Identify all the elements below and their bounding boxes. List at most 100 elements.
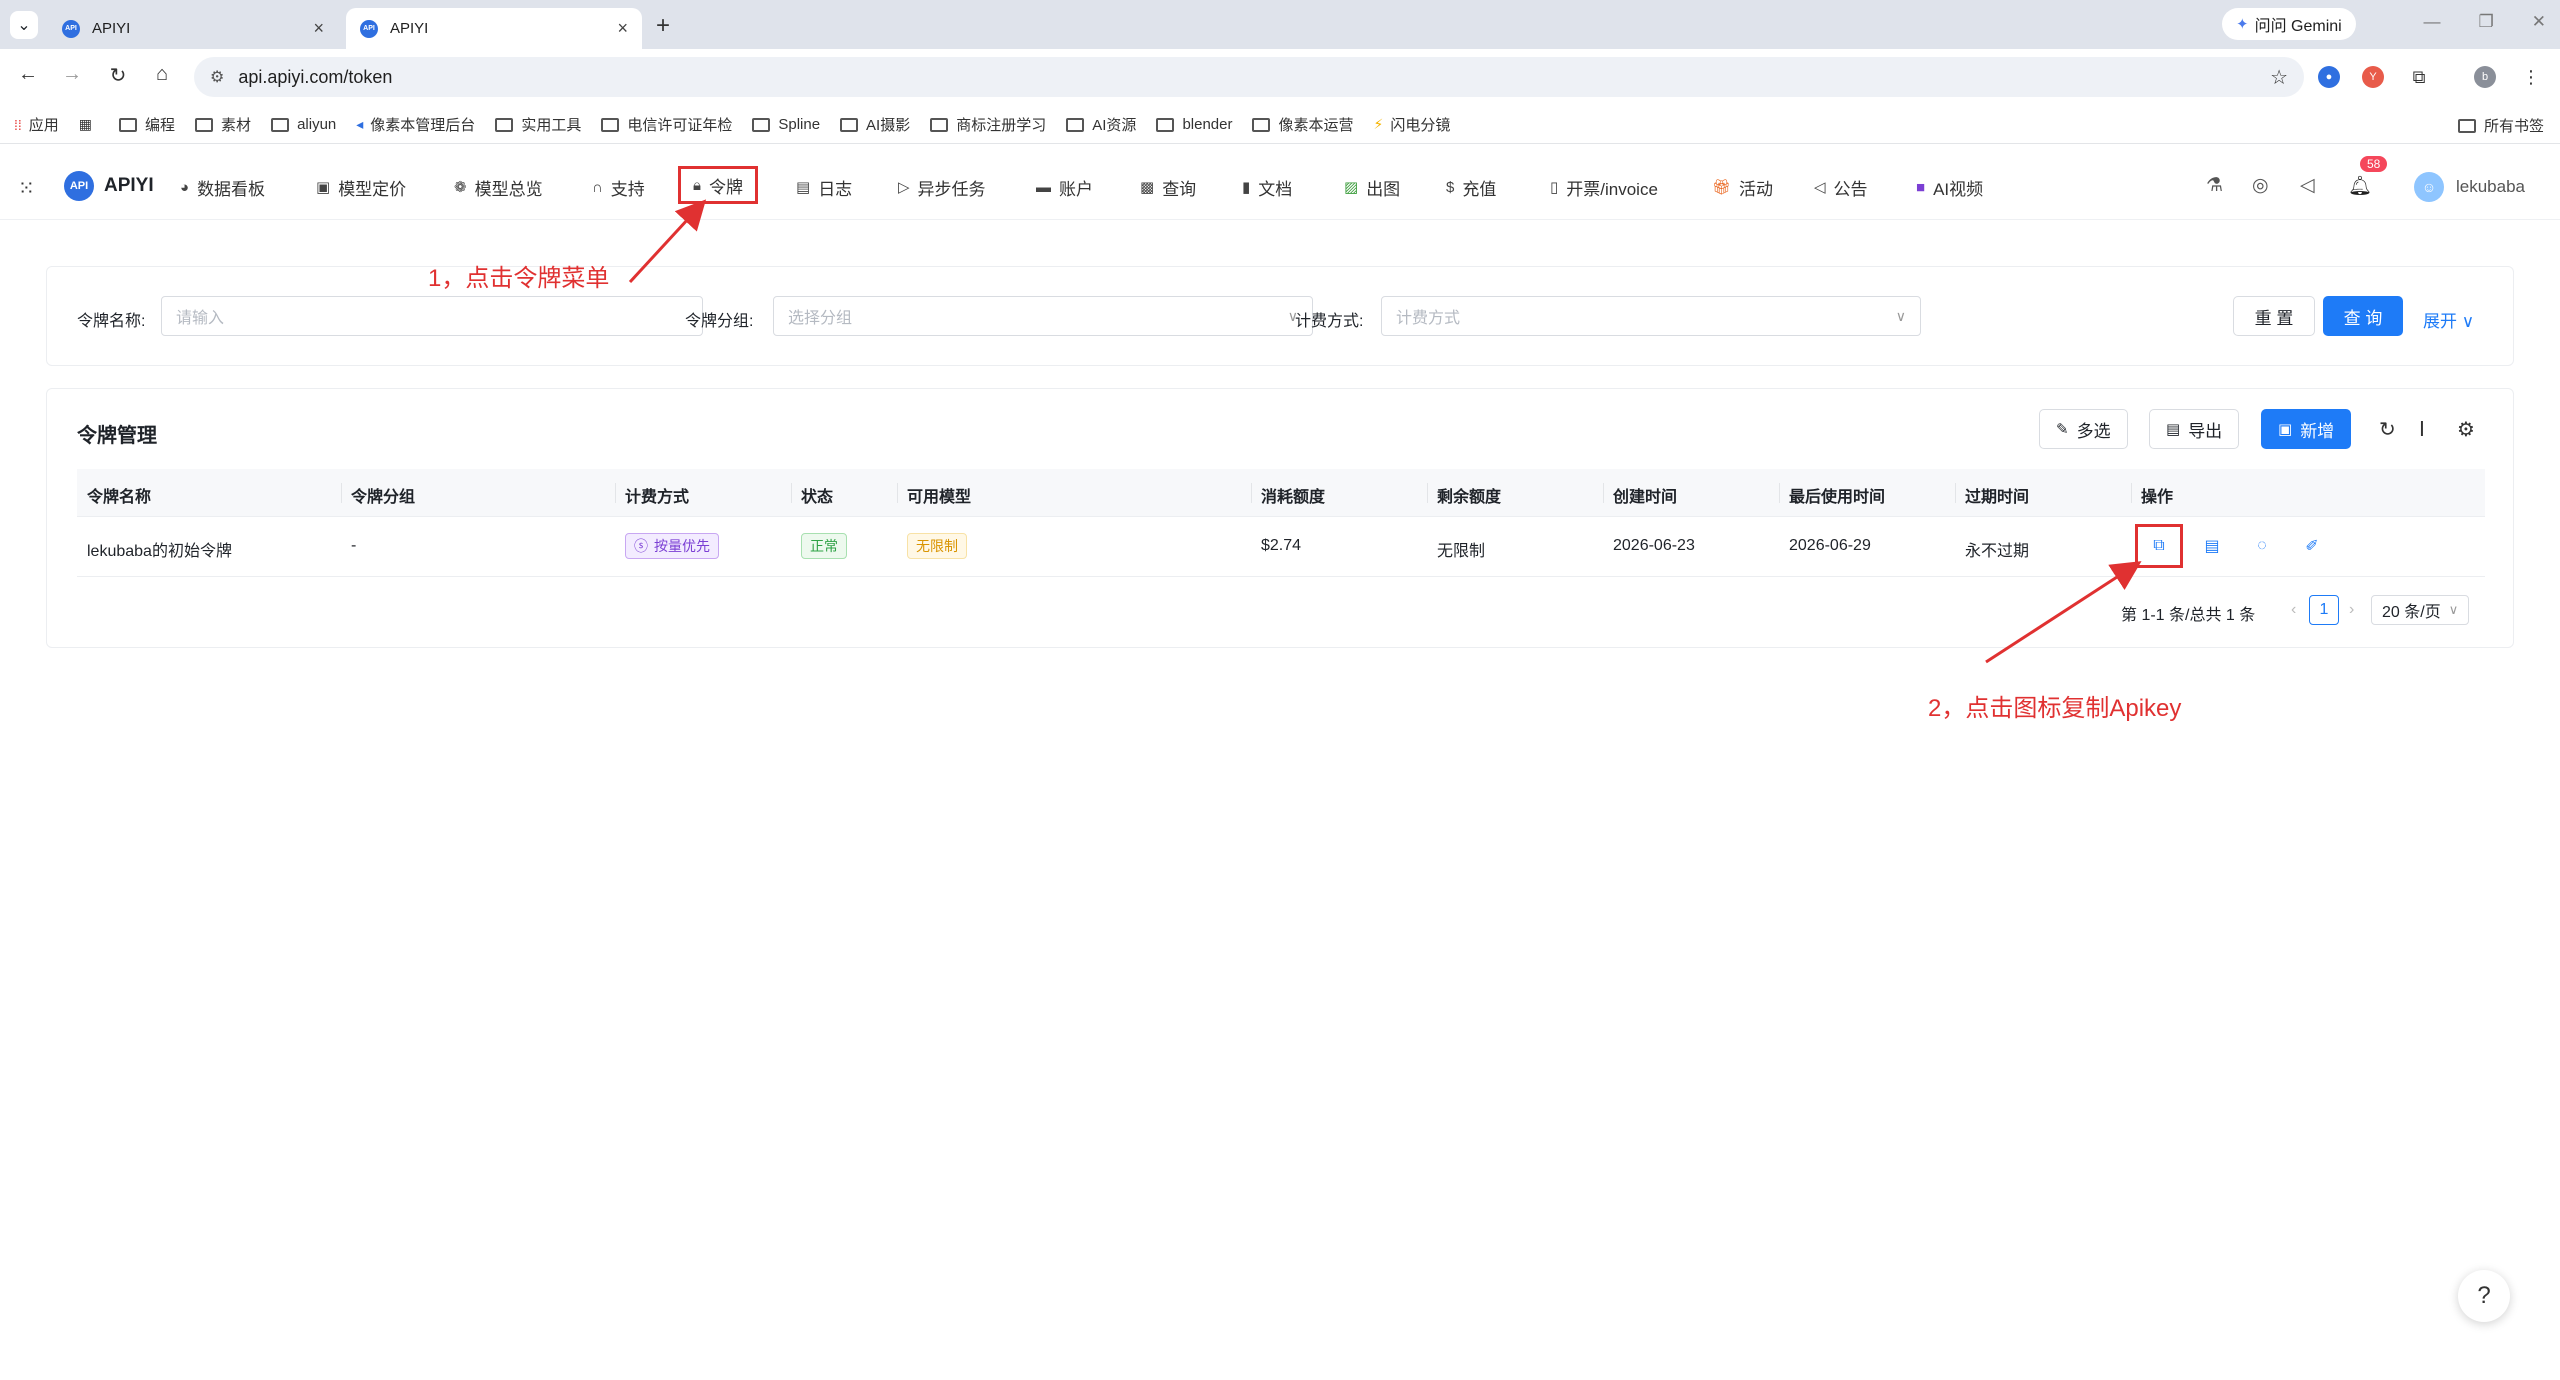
extension-translate-icon[interactable]: ● <box>2318 66 2340 88</box>
bookmark-folder[interactable]: 素材 <box>195 114 251 135</box>
multi-select-button[interactable]: ✎ 多选 <box>2039 409 2128 449</box>
token-group-label: 令牌分组: <box>685 313 754 330</box>
copy-key-icon[interactable]: ⧉ <box>2135 524 2183 568</box>
avatar: ☺ <box>2414 172 2444 202</box>
page-size-select[interactable]: 20 条/页 ∨ <box>2371 595 2470 625</box>
column-divider <box>1603 483 1604 503</box>
search-button[interactable]: 查 询 <box>2323 296 2403 336</box>
brand-logo[interactable]: API APIYI <box>64 171 154 201</box>
gemini-label: 问问 Gemini <box>2254 18 2342 35</box>
gemini-button[interactable]: ✦ 问问 Gemini <box>2222 8 2356 40</box>
nav-docs[interactable]: ▮ 文档 <box>1242 172 1292 202</box>
bookmark-folder[interactable]: aliyun <box>271 116 336 133</box>
extension-youdao-icon[interactable]: Y <box>2362 66 2384 88</box>
forward-arrow-icon[interactable]: → <box>58 63 86 86</box>
bookmark-folder[interactable]: AI摄影 <box>840 114 910 135</box>
bookmark-folder[interactable]: 电信许可证年检 <box>601 114 732 135</box>
edit-wrench-icon[interactable]: ✐ <box>2299 533 2325 559</box>
nav-models[interactable]: ❁ 模型总览 <box>454 172 543 202</box>
bookmark-folder[interactable]: 实用工具 <box>495 114 581 135</box>
close-icon[interactable]: × <box>617 18 628 39</box>
prev-page-icon[interactable]: ‹ <box>2291 601 2296 619</box>
remaining-quota-cell: 无限制 <box>1437 543 1486 560</box>
nav-logs[interactable]: ▤ 日志 <box>796 172 852 202</box>
globe-icon[interactable]: ◎ <box>2252 174 2269 197</box>
nav-tokens[interactable]: 🔒︎ 令牌 <box>678 166 758 204</box>
bookmark-grid[interactable]: ▦ <box>79 116 99 133</box>
settings-gear-icon[interactable]: ⚙ <box>2457 417 2475 442</box>
nav-invoice[interactable]: ▯ 开票/invoice <box>1550 172 1658 202</box>
bookmark-star-icon[interactable]: ☆ <box>2270 65 2288 90</box>
bookmark-folder[interactable]: Spline <box>752 116 820 133</box>
reload-icon[interactable]: ↻ <box>104 63 132 88</box>
omnibox[interactable]: ⚙ api.apiyi.com/token ☆ <box>194 57 2304 97</box>
nav-recharge[interactable]: $ 充值 <box>1446 172 1496 202</box>
all-bookmarks[interactable]: 所有书签 <box>2457 115 2544 136</box>
bookmark-folder[interactable]: AI资源 <box>1066 114 1136 135</box>
bookmark-folder[interactable]: 商标注册学习 <box>930 114 1046 135</box>
browser-menu-icon[interactable]: ⋮ <box>2520 66 2542 88</box>
refresh-icon[interactable]: ↻ <box>2379 417 2396 442</box>
browser-tab[interactable]: API APIYI × <box>48 8 338 49</box>
nav-query[interactable]: ▩ 查询 <box>1140 172 1196 202</box>
nav-label: AI视频 <box>1933 179 1984 199</box>
bookmark-label: 编程 <box>145 117 176 134</box>
lightning-icon: ⚡ <box>1373 116 1384 132</box>
minimize-icon[interactable]: — <box>2424 12 2441 32</box>
nav-pricing[interactable]: ▣ 模型定价 <box>316 172 406 202</box>
user-menu[interactable]: ☺ lekubaba <box>2414 172 2525 202</box>
nav-support[interactable]: ∩ 支持 <box>592 172 645 202</box>
column-height-icon[interactable]: Ⅰ <box>2419 417 2425 442</box>
nav-dashboard[interactable]: ◕ 数据看板 <box>180 172 265 202</box>
nav-ai-video[interactable]: ■ AI视频 <box>1916 172 1983 202</box>
page-button-current[interactable]: 1 <box>2309 595 2339 625</box>
token-name-input[interactable]: 请输入 <box>161 296 703 336</box>
bookmark-folder[interactable]: 编程 <box>119 114 175 135</box>
expand-filters-link[interactable]: 展开 ∨ <box>2423 307 2474 332</box>
back-arrow-icon[interactable]: ← <box>14 63 42 86</box>
url-text[interactable]: api.apiyi.com/token <box>238 67 2270 88</box>
close-icon[interactable]: × <box>313 18 324 39</box>
megaphone-icon[interactable]: ◁ <box>2300 174 2315 197</box>
next-page-icon[interactable]: › <box>2349 601 2354 619</box>
reset-button[interactable]: 重 置 <box>2233 296 2315 336</box>
bookmark-link[interactable]: ◂ 像素本管理后台 <box>356 114 475 135</box>
nav-async-tasks[interactable]: ▷ 异步任务 <box>898 172 986 202</box>
bookmark-folder[interactable]: 像素本运营 <box>1252 114 1354 135</box>
new-tab-plus-icon[interactable]: + <box>650 12 676 40</box>
export-button[interactable]: ▤ 导出 <box>2149 409 2240 449</box>
tab-search-button[interactable]: ⌄ <box>10 11 38 39</box>
invoice-icon: ▯ <box>1550 179 1559 196</box>
nav-image[interactable]: ▨ 出图 <box>1344 172 1400 202</box>
recharge-icon: $ <box>1446 178 1455 196</box>
extensions-puzzle-icon[interactable]: ⧉ <box>2408 66 2430 88</box>
detail-icon[interactable]: ▤ <box>2199 533 2225 559</box>
help-button[interactable]: ? <box>2458 1270 2510 1322</box>
nav-announcement[interactable]: ◁ 公告 <box>1814 172 1868 202</box>
bookmark-folder[interactable]: blender <box>1156 116 1232 133</box>
bookmark-link[interactable]: ⚡ 闪电分镜 <box>1374 114 1451 135</box>
bell-icon[interactable]: 🔔︎ <box>2348 174 2372 198</box>
chat-icon[interactable]: ◌ <box>2249 533 2275 559</box>
column-divider <box>791 483 792 503</box>
app-grid-icon[interactable]: ⁙ <box>18 176 35 201</box>
token-group-select[interactable]: 选择分组 ∨ <box>773 296 1313 336</box>
site-info-icon[interactable]: ⚙ <box>210 67 224 87</box>
flask-icon[interactable]: ⚗ <box>2206 174 2223 197</box>
nav-account[interactable]: ▬ 账户 <box>1036 172 1093 202</box>
profile-avatar[interactable]: b <box>2474 66 2496 88</box>
home-icon[interactable]: ⌂ <box>148 63 176 86</box>
restore-icon[interactable]: ❐ <box>2479 12 2494 32</box>
bookmark-label: Spline <box>778 116 821 133</box>
close-window-icon[interactable]: ✕ <box>2532 12 2546 32</box>
billing-select[interactable]: 计费方式 ∨ <box>1381 296 1921 336</box>
app-header: ⁙ API APIYI ◕ 数据看板 ▣ 模型定价 ❁ 模型总览 ∩ 支持 🔒︎ 令牌 ▤… <box>0 152 2560 220</box>
add-token-button[interactable]: ▣ 新增 <box>2261 409 2352 449</box>
nav-activity[interactable]: 🎁︎ 活动 <box>1712 172 1773 202</box>
nav-label: 支持 <box>610 179 645 199</box>
window-controls: — ❐ ✕ <box>2424 12 2547 32</box>
browser-tab-active[interactable]: API APIYI × <box>346 8 642 49</box>
bookmark-apps[interactable]: ⁞⁞ 应用 <box>14 114 59 135</box>
table-row[interactable]: lekubaba的初始令牌 - ⓢ 按量优先 正常 无限制 $2.74 无限制 2… <box>77 517 2485 577</box>
models-tag: 无限制 <box>907 533 967 559</box>
